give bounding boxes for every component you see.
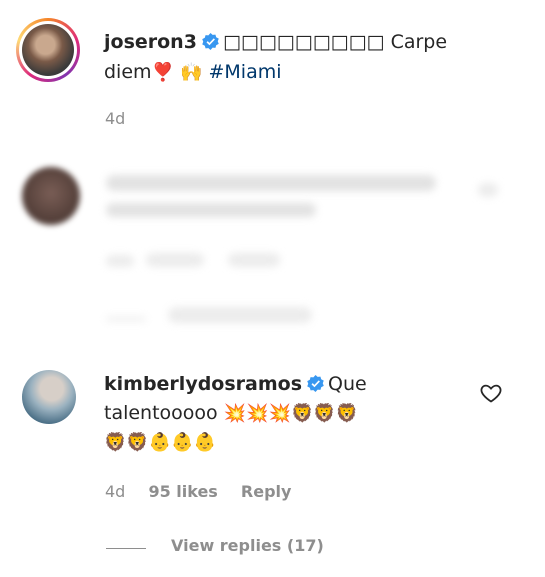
post-caption-line1: joseron3 □□□□□□□□□ Carpe: [104, 28, 447, 56]
hashtag-link[interactable]: #Miami: [208, 61, 281, 83]
raising-hands-icon: 🙌: [180, 62, 203, 83]
replies-divider: [106, 548, 146, 549]
caption-text-cont: diem: [104, 61, 152, 83]
caption-text: Carpe: [390, 31, 448, 53]
verified-badge-icon: [307, 375, 324, 392]
caption-unrendered-glyphs: □□□□□□□□□: [222, 31, 385, 53]
lion-and-baby-icons: 🦁🦁👶👶👶: [104, 432, 217, 453]
like-heart-icon[interactable]: [479, 381, 503, 405]
comment-likes[interactable]: 95 likes: [148, 482, 217, 501]
comment-text-cont: talentooooo: [104, 402, 218, 424]
post-caption-line2: diem❣️ 🙌 #Miami: [104, 58, 282, 87]
collision-and-lion-icons: 💥💥💥🦁🦁🦁: [223, 403, 359, 424]
post-username[interactable]: joseron3: [104, 31, 197, 53]
reply-button[interactable]: Reply: [241, 482, 292, 501]
verified-badge-icon: [202, 33, 219, 50]
commenter-avatar[interactable]: [22, 370, 76, 424]
post-time: 4d: [105, 109, 126, 128]
comment-line3: 🦁🦁👶👶👶: [104, 428, 216, 457]
comment-username[interactable]: kimberlydosramos: [104, 373, 302, 395]
comment-text: Que: [328, 373, 367, 395]
blurred-avatar: [22, 167, 80, 225]
post-author-avatar[interactable]: [16, 18, 80, 82]
comment-line1: kimberlydosramos Que: [104, 370, 367, 398]
comment-time: 4d: [105, 482, 126, 501]
avatar-photo: [22, 24, 74, 76]
view-replies-button[interactable]: View replies (17): [171, 536, 324, 555]
blurred-comment: [0, 145, 545, 355]
comment-meta: 4d 95 likes Reply: [105, 482, 291, 501]
heart-exclamation-icon: ❣️: [151, 62, 174, 83]
comment-line2: talentooooo 💥💥💥🦁🦁🦁: [104, 399, 358, 428]
